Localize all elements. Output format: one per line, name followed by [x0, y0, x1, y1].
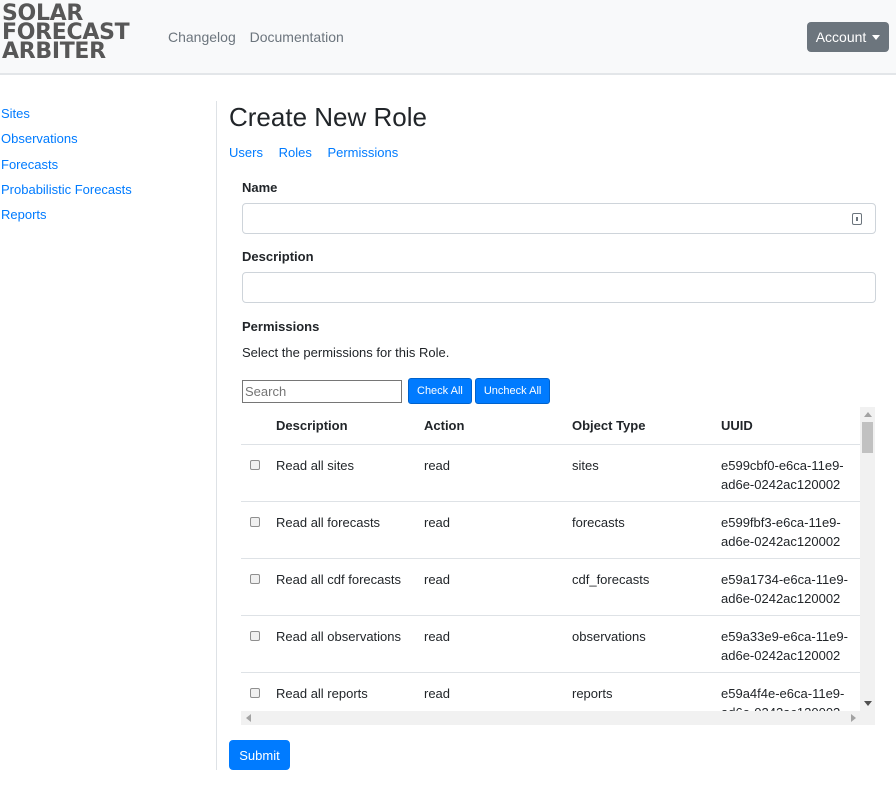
subnav-permissions-link[interactable]: Permissions [327, 145, 398, 160]
action-cell: read [424, 557, 572, 615]
sidebar: Sites Observations Forecasts Probabilist… [1, 104, 201, 230]
scroll-right-arrow-icon[interactable] [851, 714, 856, 722]
description-field[interactable] [242, 272, 876, 303]
table-vertical-scrollbar[interactable] [860, 407, 875, 711]
row-checkbox[interactable] [250, 516, 260, 527]
admin-subnav: Users Roles Permissions [229, 145, 889, 160]
description-cell: Read all observations [276, 614, 424, 672]
uuid-cell: e59a33e9-e6ca-11e9- ad6e-0242ac120002 [721, 614, 860, 672]
uuid-line: ad6e-0242ac120002 [721, 533, 841, 549]
scroll-left-arrow-icon[interactable] [246, 714, 251, 722]
table-row: Read all cdf forecasts read cdf_forecast… [241, 557, 860, 615]
submit-button[interactable]: Submit [229, 740, 290, 770]
account-label: Account [815, 29, 867, 45]
permissions-label: Permissions [242, 319, 320, 334]
action-column-header[interactable]: Action [424, 407, 572, 444]
account-dropdown-button[interactable]: Account [807, 22, 889, 52]
subnav-users-link[interactable]: Users [229, 145, 263, 160]
name-label: Name [242, 180, 278, 195]
sidebar-item-sites[interactable]: Sites [1, 104, 201, 129]
sidebar-item-probabilistic-forecasts[interactable]: Probabilistic Forecasts [1, 180, 201, 205]
uuid-line: ad6e-0242ac120002 [721, 476, 841, 492]
table-horizontal-scrollbar[interactable] [241, 711, 875, 725]
permissions-search-input[interactable] [242, 379, 402, 403]
uuid-line: ad6e-0242ac120002 [721, 647, 841, 663]
description-label: Description [242, 249, 314, 264]
table-row: Read all forecasts read forecasts e599fb… [241, 500, 860, 558]
row-select-cell [241, 443, 276, 501]
table-row: Read all observations read observations … [241, 614, 860, 672]
sidebar-divider [216, 101, 217, 770]
object-type-cell: sites [572, 443, 721, 501]
sidebar-item-reports[interactable]: Reports [1, 205, 201, 230]
row-checkbox[interactable] [250, 459, 260, 470]
object-type-cell: forecasts [572, 500, 721, 558]
uuid-cell: e599fbf3-e6ca-11e9- ad6e-0242ac120002 [721, 500, 860, 558]
uuid-line: e599cbf0-e6ca-11e9- [721, 457, 844, 473]
uuid-line: e599fbf3-e6ca-11e9- [721, 514, 841, 530]
action-cell: read [424, 443, 572, 501]
password-manager-icon[interactable] [852, 213, 862, 225]
uuid-line: e59a1734-e6ca-11e9- [721, 571, 848, 587]
object-type-column-header[interactable]: Object Type [572, 407, 721, 444]
name-field[interactable] [242, 203, 876, 234]
description-cell: Read all cdf forecasts [276, 557, 424, 615]
documentation-link[interactable]: Documentation [250, 29, 344, 45]
row-checkbox[interactable] [250, 630, 260, 641]
table-row: Read all sites read sites e599cbf0-e6ca-… [241, 443, 860, 501]
scroll-down-arrow-icon[interactable] [864, 701, 872, 706]
create-role-form: Name Description Permissions Select the … [241, 180, 876, 725]
uuid-line: e59a4f4e-e6ca-11e9- [721, 685, 845, 701]
description-cell: Read all forecasts [276, 500, 424, 558]
row-checkbox[interactable] [250, 573, 260, 584]
scroll-up-arrow-icon[interactable] [864, 412, 872, 417]
permissions-help-text: Select the permissions for this Role. [242, 345, 450, 360]
table-header-row: Description Action Object Type UUID [241, 407, 860, 444]
permissions-table-container[interactable]: Description Action Object Type UUID Read… [241, 407, 875, 725]
main-content: Create New Role Users Roles Permissions … [229, 100, 889, 770]
permissions-toolbar: Check All Uncheck All [242, 378, 876, 404]
row-select-cell [241, 557, 276, 615]
uuid-line: ad6e-0242ac120002 [721, 590, 841, 606]
uncheck-all-button[interactable]: Uncheck All [474, 378, 551, 404]
action-cell: read [424, 614, 572, 672]
scroll-thumb[interactable] [862, 422, 873, 453]
caret-down-icon [872, 34, 881, 40]
brand-logo[interactable]: SOLAR FORECAST ARBITER [2, 3, 130, 63]
sidebar-item-forecasts[interactable]: Forecasts [1, 155, 201, 180]
top-navbar: SOLAR FORECAST ARBITER Changelog Documen… [0, 0, 896, 75]
select-column-header [241, 407, 276, 444]
permissions-table: Description Action Object Type UUID Read… [241, 407, 860, 725]
description-cell: Read all sites [276, 443, 424, 501]
object-type-cell: observations [572, 614, 721, 672]
object-type-cell: cdf_forecasts [572, 557, 721, 615]
nav-links: Changelog Documentation [168, 29, 354, 45]
uuid-cell: e59a1734-e6ca-11e9- ad6e-0242ac120002 [721, 557, 860, 615]
changelog-link[interactable]: Changelog [168, 29, 236, 45]
subnav-roles-link[interactable]: Roles [279, 145, 312, 160]
uuid-column-header[interactable]: UUID [721, 407, 860, 444]
description-column-header[interactable]: Description [276, 407, 424, 444]
uuid-cell: e599cbf0-e6ca-11e9- ad6e-0242ac120002 [721, 443, 860, 501]
check-all-button[interactable]: Check All [408, 378, 472, 404]
uuid-line: e59a33e9-e6ca-11e9- [721, 628, 848, 644]
row-select-cell [241, 614, 276, 672]
row-select-cell [241, 500, 276, 558]
row-checkbox[interactable] [250, 687, 260, 698]
sidebar-item-observations[interactable]: Observations [1, 129, 201, 154]
action-cell: read [424, 500, 572, 558]
page-title: Create New Role [229, 102, 427, 132]
